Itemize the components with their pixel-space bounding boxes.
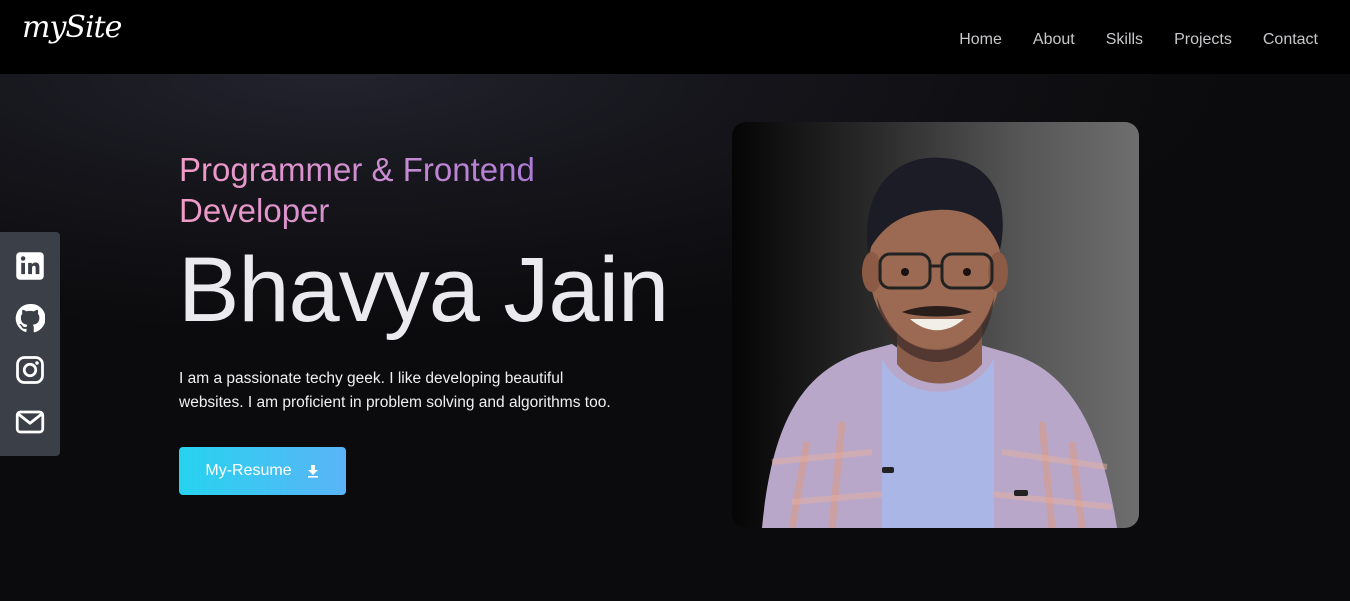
resume-download-button[interactable]: My-Resume xyxy=(179,447,346,495)
nav-skills-link[interactable]: Skills xyxy=(1106,31,1143,49)
download-icon xyxy=(306,464,320,478)
hero-subtitle: Programmer & Frontend Developer xyxy=(179,149,609,231)
resume-button-label: My-Resume xyxy=(205,462,292,479)
profile-photo xyxy=(732,122,1139,528)
hero-bio: I am a passionate techy geek. I like dev… xyxy=(179,370,611,411)
instagram-icon[interactable] xyxy=(15,355,45,385)
github-icon[interactable] xyxy=(15,303,45,333)
nav-contact-link[interactable]: Contact xyxy=(1263,31,1318,49)
nav-about-link[interactable]: About xyxy=(1033,31,1075,49)
linkedin-icon[interactable] xyxy=(15,251,45,281)
hero-name: Bhavya Jain xyxy=(178,239,669,341)
mail-icon[interactable] xyxy=(15,407,45,437)
nav-links: Home About Skills Projects Contact xyxy=(959,31,1318,49)
nav-projects-link[interactable]: Projects xyxy=(1174,31,1232,49)
site-logo[interactable]: mySite xyxy=(22,10,122,45)
social-sidebar xyxy=(0,232,60,456)
nav-home-link[interactable]: Home xyxy=(959,31,1002,49)
navbar: mySite Home About Skills Projects Contac… xyxy=(0,0,1350,74)
